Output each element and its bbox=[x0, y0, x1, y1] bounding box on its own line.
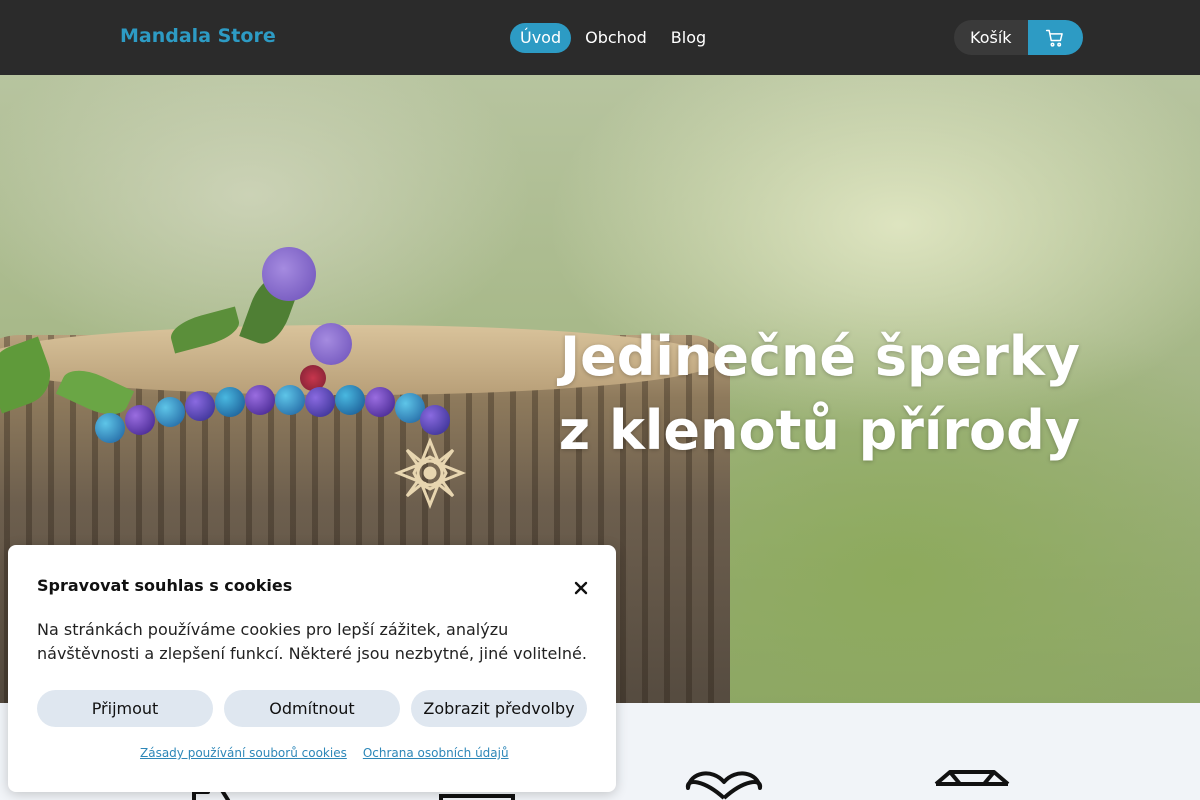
cookie-policy-link[interactable]: Zásady používání souborů cookies bbox=[140, 746, 347, 760]
cookie-dialog-buttons: Přijmout Odmítnout Zobrazit předvolby bbox=[37, 690, 587, 727]
hero-image-flower bbox=[262, 247, 316, 301]
cookie-dialog-title: Spravovat souhlas s cookies bbox=[37, 576, 293, 595]
hero-image-bead bbox=[335, 385, 365, 415]
main-nav: Úvod Obchod Blog bbox=[510, 23, 716, 53]
heart-icon bbox=[685, 771, 763, 800]
cart-button[interactable]: Košík bbox=[954, 20, 1083, 55]
nav-item-obchod[interactable]: Obchod bbox=[575, 23, 657, 53]
hero-image-bead bbox=[125, 405, 155, 435]
hero-image-flower bbox=[310, 323, 352, 365]
hero-title-line-1: Jedinečné šperky bbox=[560, 325, 1080, 388]
privacy-policy-link[interactable]: Ochrana osobních údajů bbox=[363, 746, 509, 760]
nav-item-uvod[interactable]: Úvod bbox=[510, 23, 572, 53]
cookie-consent-dialog: Spravovat souhlas s cookies Na stránkách… bbox=[8, 545, 616, 792]
cookie-dialog-links: Zásady používání souborů cookies Ochrana… bbox=[140, 746, 509, 760]
cookie-dialog-text: Na stránkách používáme cookies pro lepší… bbox=[37, 620, 587, 663]
nav-item-blog[interactable]: Blog bbox=[661, 23, 716, 53]
hero-image-bead bbox=[95, 413, 125, 443]
brand-logo[interactable]: Mandala Store bbox=[120, 25, 276, 47]
hero-title: Jedinečné šperky z klenotů přírody bbox=[559, 320, 1080, 468]
show-preferences-button[interactable]: Zobrazit předvolby bbox=[411, 690, 587, 727]
hero-image-bead bbox=[245, 385, 275, 415]
close-icon[interactable] bbox=[572, 579, 590, 597]
hero-image-bead bbox=[365, 387, 395, 417]
hero-image-bead bbox=[155, 397, 185, 427]
hero-image-bead bbox=[185, 391, 215, 421]
accept-cookies-button[interactable]: Přijmout bbox=[37, 690, 213, 727]
diamond-icon bbox=[934, 770, 1010, 786]
hero-image-bead bbox=[275, 385, 305, 415]
cart-icon bbox=[1045, 29, 1063, 47]
hero-image-bead bbox=[305, 387, 335, 417]
reject-cookies-button[interactable]: Odmítnout bbox=[224, 690, 400, 727]
cart-label[interactable]: Košík bbox=[954, 20, 1028, 55]
mandala-pendant-icon bbox=[393, 436, 467, 510]
hero-title-line-2: z klenotů přírody bbox=[558, 399, 1080, 462]
hero-image-bead bbox=[420, 405, 450, 435]
hero-image-bead bbox=[215, 387, 245, 417]
cart-icon-button[interactable] bbox=[1027, 20, 1083, 55]
site-header: Mandala Store Úvod Obchod Blog Košík bbox=[0, 0, 1200, 75]
